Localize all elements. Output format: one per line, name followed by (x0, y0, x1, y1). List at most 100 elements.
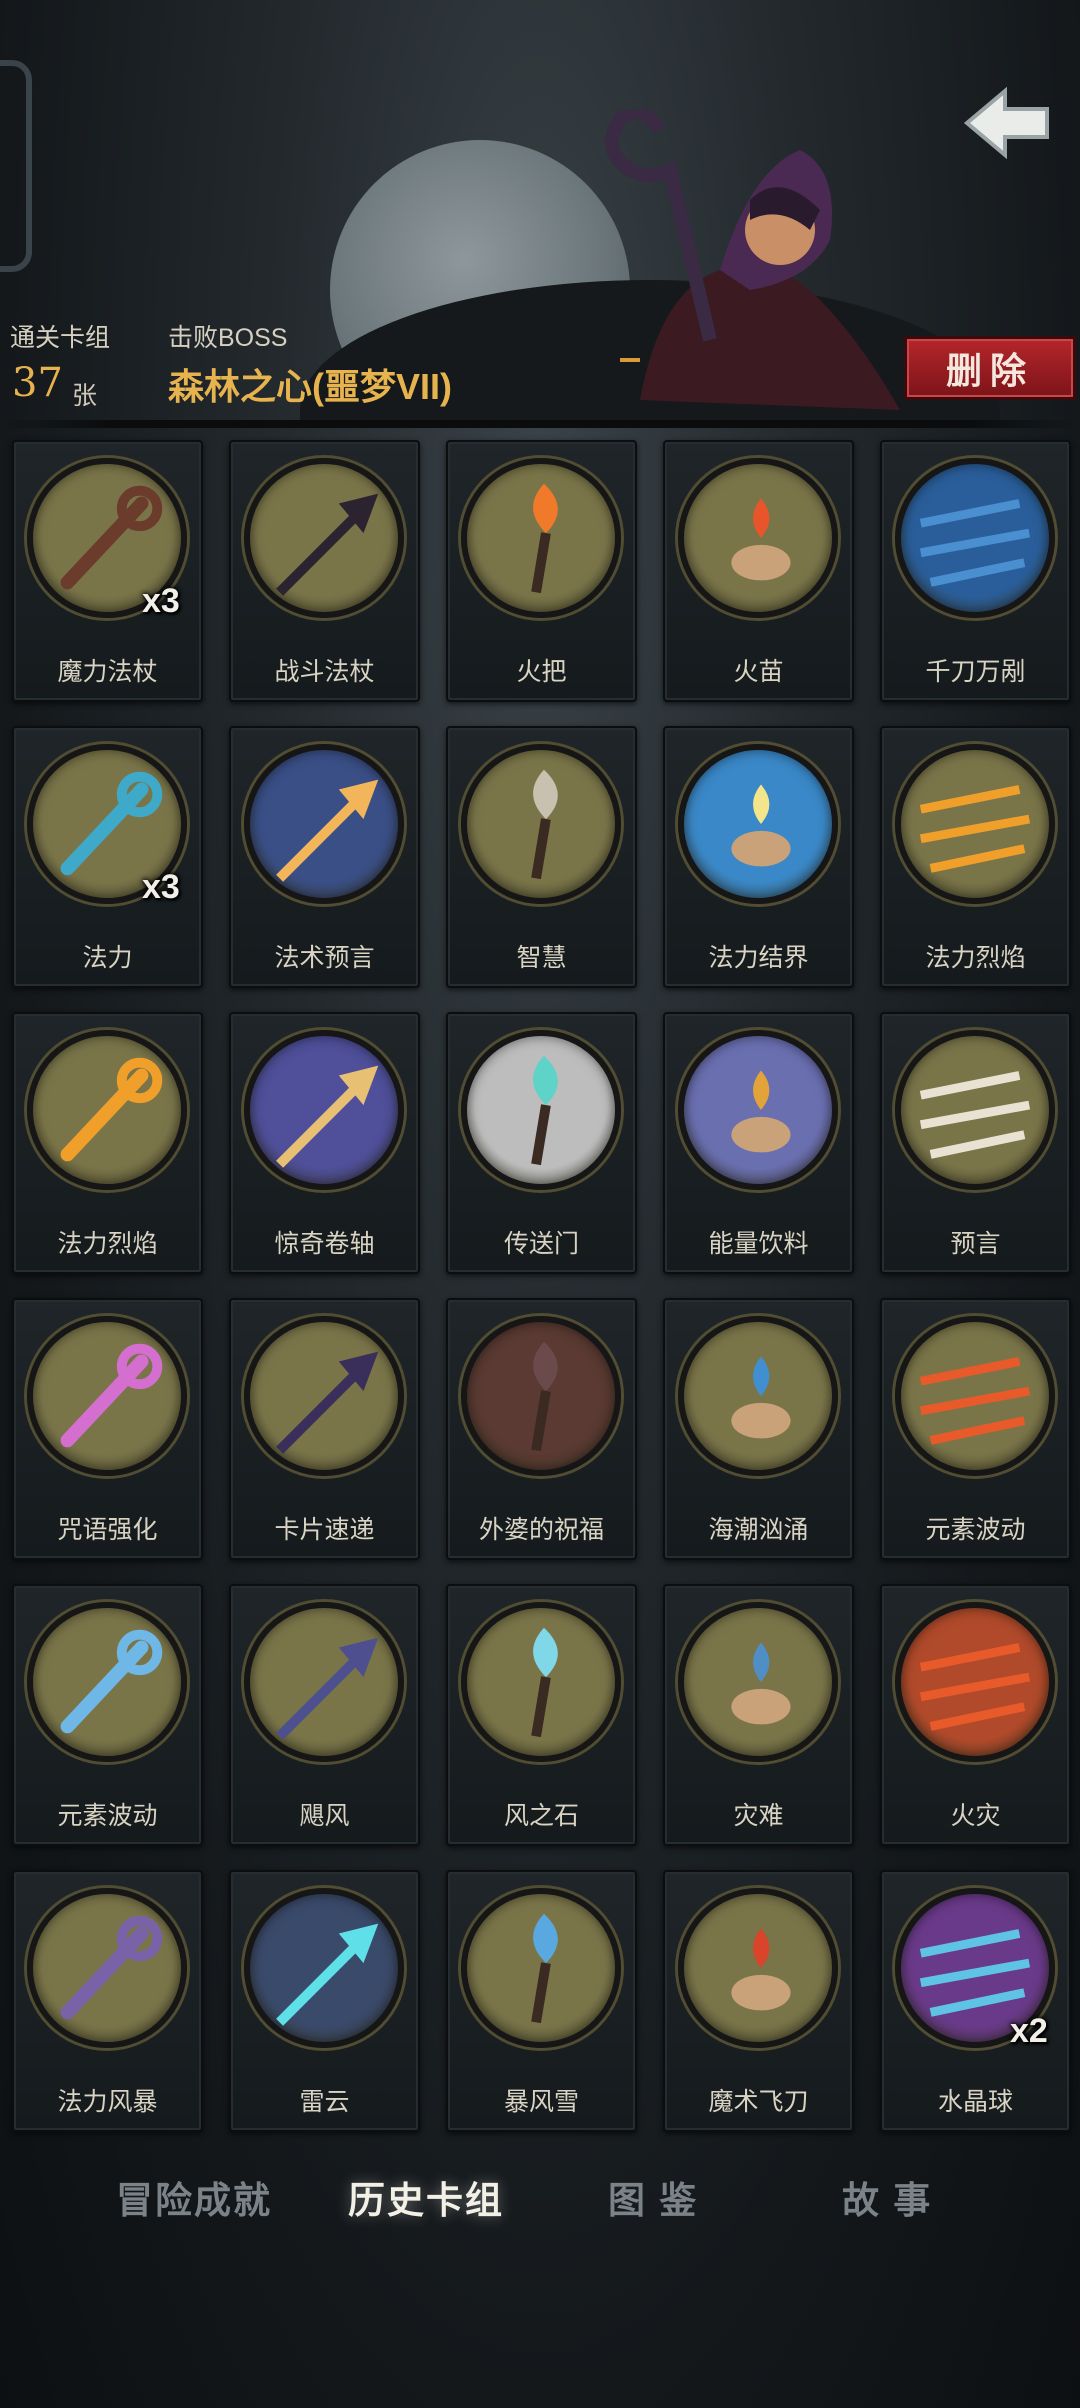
card-15[interactable]: 预言 (880, 1012, 1071, 1274)
deck-label: 通关卡组 (10, 324, 111, 352)
card-13[interactable]: 传送门 (446, 1012, 637, 1274)
torch-icon (461, 458, 621, 618)
blades-icon (895, 458, 1055, 618)
card-21[interactable]: 元素波动 (12, 1584, 203, 1846)
card-1[interactable]: 魔力法杖 x3 (12, 440, 203, 702)
card-name: 法力烈焰 (925, 944, 1026, 972)
card-count-badge: x3 (142, 582, 180, 620)
card-23[interactable]: 风之石 (446, 1584, 637, 1846)
card-29[interactable]: 魔术飞刀 (663, 1870, 854, 2132)
barrier-icon (678, 744, 838, 904)
scroll-icon (244, 1030, 404, 1190)
card-name: 元素波动 (57, 1802, 158, 1830)
card-name: 预言 (950, 1230, 1001, 1258)
card-name: 能量饮料 (708, 1230, 809, 1258)
card-name: 法力 (82, 944, 133, 972)
card-name: 雷云 (299, 2088, 350, 2116)
back-button[interactable] (950, 78, 1060, 168)
card-3[interactable]: 火把 (446, 440, 637, 702)
card-name: 火苗 (733, 658, 784, 686)
card-19[interactable]: 海潮汹涌 (663, 1298, 854, 1560)
card-name: 法力结界 (708, 944, 809, 972)
header-divider (0, 420, 1080, 428)
card-name: 暴风雪 (503, 2088, 579, 2116)
blizzard-icon (461, 1888, 621, 2048)
card-name: 千刀万剐 (925, 658, 1026, 686)
card-22[interactable]: 飓风 (229, 1584, 420, 1846)
tab-story[interactable]: 故 事 (842, 2170, 932, 2230)
card-12[interactable]: 惊奇卷轴 (229, 1012, 420, 1274)
header-banner: 通关卡组 击败BOSS 37 张 森林之心(噩梦VII) 删除 (0, 0, 1080, 420)
spell-crystal-icon (27, 1316, 187, 1476)
card-name: 传送门 (503, 1230, 579, 1258)
tab-codex[interactable]: 图 鉴 (608, 2170, 698, 2230)
card-name: 惊奇卷轴 (274, 1230, 375, 1258)
energy-drink-icon (678, 1030, 838, 1190)
card-name: 法术预言 (274, 944, 375, 972)
card-14[interactable]: 能量饮料 (663, 1012, 854, 1274)
card-25[interactable]: 火灾 (880, 1584, 1071, 1846)
card-5[interactable]: 千刀万剐 (880, 440, 1071, 702)
card-name: 咒语强化 (57, 1516, 158, 1544)
card-name: 魔术飞刀 (708, 2088, 809, 2116)
mana-flame-icon (27, 1030, 187, 1190)
card-10[interactable]: 法力烈焰 (880, 726, 1071, 988)
tab-history-decks[interactable]: 历史卡组 (348, 2170, 504, 2230)
card-name: 法力烈焰 (57, 1230, 158, 1258)
card-30[interactable]: 水晶球 x2 (880, 1870, 1071, 2132)
card-2[interactable]: 战斗法杖 (229, 440, 420, 702)
witch-illustration (605, 110, 900, 410)
card-28[interactable]: 暴风雪 (446, 1870, 637, 2132)
card-count-badge: x2 (1010, 2012, 1048, 2050)
card-count-badge: x3 (142, 868, 180, 906)
tornado-icon (244, 1602, 404, 1762)
sage-icon (461, 744, 621, 904)
card-6[interactable]: 法力 x3 (12, 726, 203, 988)
card-name: 风之石 (503, 1802, 579, 1830)
card-11[interactable]: 法力烈焰 (12, 1012, 203, 1274)
card-name: 外婆的祝福 (478, 1516, 604, 1544)
tidal-wave-icon (678, 1316, 838, 1476)
card-name: 灾难 (733, 1802, 784, 1830)
prophecy-orb-icon (244, 744, 404, 904)
card-7[interactable]: 法术预言 (229, 726, 420, 988)
battle-staff-icon (244, 458, 404, 618)
card-name: 水晶球 (937, 2088, 1013, 2116)
boss-name: 森林之心(噩梦VII) (168, 366, 452, 407)
hexagon-frame (0, 60, 32, 272)
clown-knife-icon (678, 1888, 838, 2048)
grandma-icon (461, 1316, 621, 1476)
bottom-tabs: 冒险成就 历史卡组 图 鉴 故 事 (0, 2170, 1080, 2230)
card-16[interactable]: 咒语强化 (12, 1298, 203, 1560)
card-name: 智慧 (516, 944, 567, 972)
disaster-wave-icon (678, 1602, 838, 1762)
wind-stone-icon (461, 1602, 621, 1762)
card-name: 火把 (516, 658, 567, 686)
deck-unit: 张 (72, 382, 98, 410)
card-24[interactable]: 灾难 (663, 1584, 854, 1846)
card-name: 元素波动 (925, 1516, 1026, 1544)
card-name: 海潮汹涌 (708, 1516, 809, 1544)
card-9[interactable]: 法力结界 (663, 726, 854, 988)
deck-count: 37 (12, 360, 63, 406)
wildfire-icon (895, 1602, 1055, 1762)
card-27[interactable]: 雷云 (229, 1870, 420, 2132)
card-name: 法力风暴 (57, 2088, 158, 2116)
card-8[interactable]: 智慧 (446, 726, 637, 988)
tab-adventure-achievements[interactable]: 冒险成就 (116, 2170, 272, 2230)
card-delivery-icon (244, 1316, 404, 1476)
card-26[interactable]: 法力风暴 (12, 1870, 203, 2132)
card-20[interactable]: 元素波动 (880, 1298, 1071, 1560)
mana-flame-icon (895, 744, 1055, 904)
portal-icon (461, 1030, 621, 1190)
delete-button[interactable]: 删除 (904, 336, 1076, 400)
mana-storm-icon (27, 1888, 187, 2048)
flame-hand-icon (678, 458, 838, 618)
card-18[interactable]: 外婆的祝福 (446, 1298, 637, 1560)
back-arrow-icon (963, 86, 1049, 160)
card-name: 火灾 (950, 1802, 1001, 1830)
card-4[interactable]: 火苗 (663, 440, 854, 702)
card-name: 卡片速递 (274, 1516, 375, 1544)
card-17[interactable]: 卡片速递 (229, 1298, 420, 1560)
elemental-wave-icon (895, 1316, 1055, 1476)
